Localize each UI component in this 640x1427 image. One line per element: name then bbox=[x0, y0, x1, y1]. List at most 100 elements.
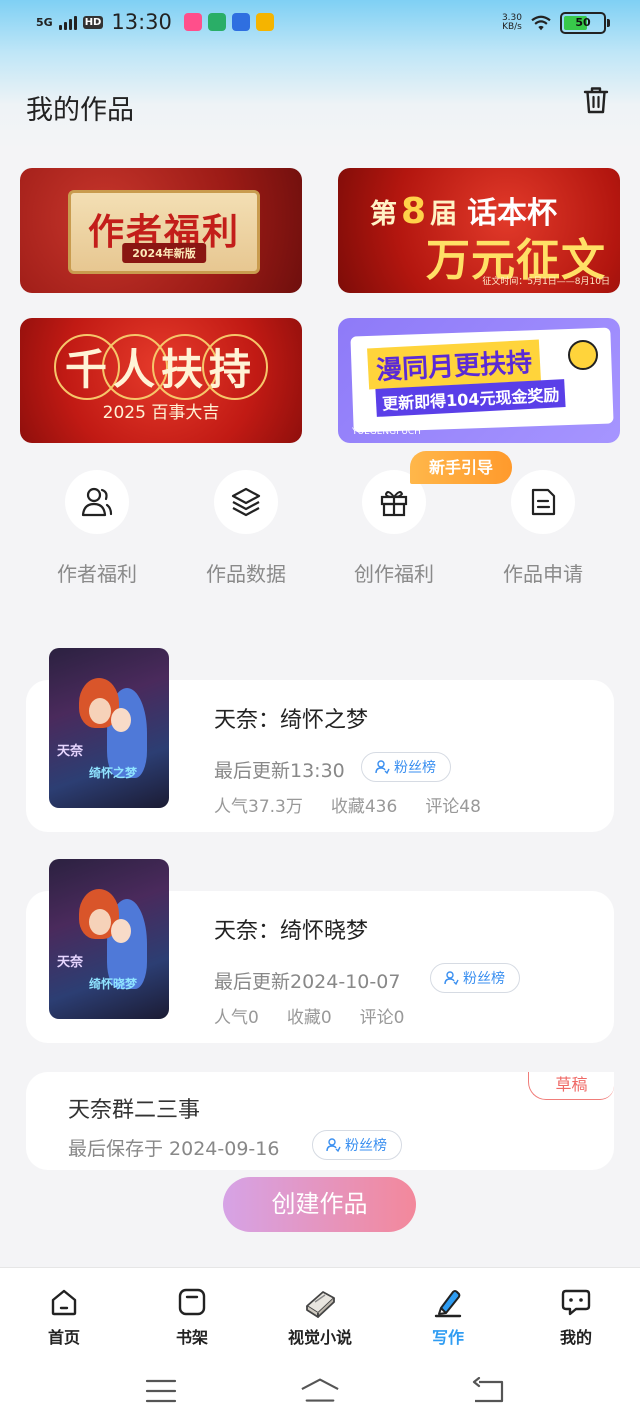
chat-bubble-icon bbox=[561, 1289, 591, 1316]
cover-art bbox=[111, 919, 131, 943]
layers-icon bbox=[231, 487, 261, 517]
page-title: 我的作品 bbox=[26, 95, 134, 126]
draft-badge: 草稿 bbox=[528, 1072, 614, 1100]
system-nav-bar bbox=[0, 1357, 640, 1427]
work-stats: 人气37.3万 收藏436 评论48 bbox=[214, 792, 481, 817]
action-label: 作者福利 bbox=[57, 562, 137, 586]
work-cover[interactable]: 天奈 绮怀之梦 bbox=[49, 648, 169, 808]
fans-ranking-button[interactable]: 粉丝榜 bbox=[430, 963, 520, 993]
network-type: 5G bbox=[36, 15, 53, 29]
smiley-icon bbox=[568, 340, 598, 370]
nav-bookshelf[interactable]: 书架 bbox=[142, 1286, 242, 1348]
beginner-guide-badge[interactable]: 新手引导 bbox=[410, 451, 512, 484]
action-creation-welfare[interactable]: 创作福利 bbox=[329, 470, 459, 587]
menu-button[interactable] bbox=[141, 1375, 181, 1407]
user-icon bbox=[444, 971, 459, 986]
banner-prefix: 第 bbox=[370, 199, 397, 230]
speed-unit: KB/s bbox=[502, 22, 522, 32]
nav-visual-novel[interactable]: 视觉小说 bbox=[270, 1286, 370, 1348]
work-cover[interactable]: 天奈 绮怀晓梦 bbox=[49, 859, 169, 1019]
wifi-icon bbox=[531, 15, 551, 31]
banner-scroll: 作者福利 2024年新版 bbox=[68, 190, 260, 274]
fans-label: 粉丝榜 bbox=[345, 1138, 387, 1154]
user-icon bbox=[326, 1138, 341, 1153]
signal-icon bbox=[58, 14, 77, 30]
menu-icon bbox=[145, 1379, 177, 1403]
home-icon bbox=[51, 1289, 77, 1316]
work-updated: 最后更新13:30 bbox=[214, 760, 345, 782]
cover-art bbox=[111, 708, 131, 732]
draft-title[interactable]: 天奈群二三事 bbox=[68, 1092, 200, 1124]
banner-number: 8 bbox=[401, 191, 427, 232]
action-label: 创作福利 bbox=[354, 562, 434, 586]
gift-icon bbox=[380, 491, 408, 517]
status-time: 13:30 bbox=[111, 10, 172, 34]
app-icon-pink bbox=[183, 13, 202, 31]
popularity: 人气37.3万 bbox=[214, 797, 303, 817]
fans-ranking-button[interactable]: 粉丝榜 bbox=[312, 1130, 402, 1160]
bookshelf-icon bbox=[178, 1288, 206, 1316]
favorites: 收藏436 bbox=[330, 797, 398, 817]
banner-essay-contest[interactable]: 第 8 届 话本杯 万元征文 征文时间：5月1日——8月10日 bbox=[338, 168, 620, 293]
status-bar: 5G HD 13:30 3.30 KB/s 50 bbox=[0, 0, 640, 50]
action-work-data[interactable]: 作品数据 bbox=[181, 470, 311, 587]
fans-label: 粉丝榜 bbox=[463, 971, 505, 987]
app-icon-blue bbox=[231, 13, 250, 31]
users-icon bbox=[81, 487, 113, 517]
work-title[interactable]: 天奈：绮怀之梦 bbox=[214, 702, 368, 734]
wechat-icon bbox=[207, 13, 226, 31]
cover-art bbox=[89, 698, 111, 724]
banner-tag: YUEGENGFUCH bbox=[352, 427, 421, 437]
nav-label: 首页 bbox=[47, 1328, 80, 1347]
banner-author-welfare[interactable]: 作者福利 2024年新版 bbox=[20, 168, 302, 293]
fans-label: 粉丝榜 bbox=[394, 760, 436, 776]
banner-subtitle: 2025 百事大吉 bbox=[102, 403, 220, 423]
comments: 评论0 bbox=[359, 1008, 405, 1028]
comments: 评论48 bbox=[425, 797, 481, 817]
nav-label: 书架 bbox=[175, 1328, 208, 1347]
battery-level: 50 bbox=[575, 16, 591, 29]
work-stats: 人气0 收藏0 评论0 bbox=[214, 1003, 404, 1028]
nav-home[interactable]: 首页 bbox=[14, 1286, 114, 1348]
battery-icon: 50 bbox=[560, 12, 610, 34]
cover-art bbox=[89, 909, 111, 935]
action-work-application[interactable]: 作品申请 bbox=[478, 470, 608, 587]
nav-label: 视觉小说 bbox=[287, 1328, 352, 1347]
delete-button[interactable] bbox=[578, 82, 614, 118]
system-home-icon bbox=[301, 1378, 339, 1402]
work-updated: 最后更新2024-10-07 bbox=[214, 971, 401, 993]
home-button[interactable] bbox=[300, 1375, 340, 1407]
cover-title: 天奈 bbox=[57, 955, 84, 970]
action-circle bbox=[65, 470, 129, 534]
network-speed: 3.30 KB/s bbox=[502, 14, 522, 32]
action-label: 作品数据 bbox=[206, 562, 286, 586]
nav-label: 我的 bbox=[559, 1328, 592, 1347]
nav-mine[interactable]: 我的 bbox=[526, 1286, 626, 1348]
book-icon bbox=[306, 1291, 335, 1318]
banner-monthly-support[interactable]: 漫同月更扶持 更新即得104元现金奖励 YUEGENGFUCH bbox=[338, 318, 620, 443]
document-icon bbox=[531, 488, 556, 516]
cover-title: 天奈 bbox=[57, 744, 84, 759]
action-circle bbox=[214, 470, 278, 534]
banner-title: 千人扶持 bbox=[64, 345, 257, 394]
back-icon bbox=[472, 1377, 504, 1403]
action-author-welfare[interactable]: 作者福利 bbox=[32, 470, 162, 587]
trash-icon bbox=[583, 87, 609, 114]
back-button[interactable] bbox=[468, 1375, 508, 1407]
nav-label: 写作 bbox=[431, 1328, 464, 1347]
app-icon-yellow bbox=[255, 13, 274, 31]
fans-ranking-button[interactable]: 粉丝榜 bbox=[361, 752, 451, 782]
favorites: 收藏0 bbox=[286, 1008, 332, 1028]
cover-subtitle: 绮怀之梦 bbox=[89, 766, 138, 780]
pen-icon bbox=[434, 1290, 462, 1318]
hd-icon: HD bbox=[82, 15, 104, 29]
cover-subtitle: 绮怀晓梦 bbox=[89, 977, 138, 991]
work-title[interactable]: 天奈：绮怀晓梦 bbox=[214, 913, 368, 945]
create-work-button[interactable]: 创建作品 bbox=[223, 1177, 416, 1232]
bottom-nav: 首页 书架 视觉小说 写作 我的 bbox=[0, 1267, 640, 1357]
draft-saved-time: 最后保存于 2024-09-16 bbox=[68, 1138, 280, 1160]
banner-subtitle: 2024年新版 bbox=[122, 243, 206, 263]
popularity: 人气0 bbox=[214, 1008, 259, 1028]
nav-writing[interactable]: 写作 bbox=[398, 1286, 498, 1348]
banner-thousand-support[interactable]: 千人扶持 2025 百事大吉 bbox=[20, 318, 302, 443]
